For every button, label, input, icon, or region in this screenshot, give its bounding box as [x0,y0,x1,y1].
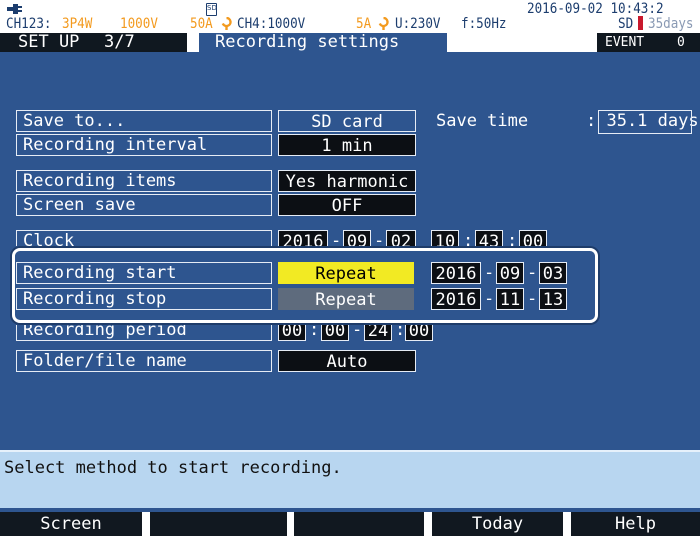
recording-stop-day[interactable]: 13 [539,288,567,310]
recording-interval-value[interactable]: 1 min [278,134,416,156]
screen-save-value[interactable]: OFF [278,194,416,216]
save-time-text: : 35.1 days [586,111,699,131]
recording-period-m2[interactable]: 00 [405,325,433,341]
clock-second[interactable]: 00 [519,230,547,246]
save-time-value: : 35.1 days [586,110,699,133]
voltage-range: 1000V [120,16,158,32]
clock-label: Clock [16,230,272,246]
save-to-value[interactable]: SD card [278,110,416,132]
recording-start-day[interactable]: 03 [539,262,567,284]
title-row: SET UP 3/7 Recording settings EVENT 0 [0,33,700,52]
save-time-label: Save time [436,111,529,131]
help-message: Select method to start recording. [4,458,342,478]
event-label: EVENT [605,35,645,50]
recording-stop-month[interactable]: 11 [496,288,524,310]
folder-file-name-label: Folder/file name [16,350,272,372]
f1-screen-button[interactable]: Screen [0,512,142,536]
recording-period-m1[interactable]: 00 [321,325,349,341]
recording-items-value[interactable]: Yes harmonic [278,170,416,192]
recording-period-h1[interactable]: 00 [278,325,306,341]
clock-hour[interactable]: 10 [431,230,459,246]
recording-start-label: Recording start [16,262,272,284]
wiring-label: 3P4W [62,16,93,32]
clamp-sensor-icon [378,17,389,30]
page-indicator: 3/7 [104,32,135,52]
recording-period-h2[interactable]: 24 [364,325,392,341]
highlight-frame [12,248,598,323]
recording-period-row: Recording period 00 : 00 - 24 : 00 [0,325,700,343]
help-message-area: Select method to start recording. [0,450,700,508]
f2-button[interactable] [150,512,287,536]
event-counter: EVENT 0 [597,33,700,52]
folder-file-name-value[interactable]: Auto [278,350,416,372]
sd-label: SD [618,16,634,32]
instrument-screen: SD 2016-09-02 10:43:2 CH123: 3P4W 1000V … [0,0,700,536]
screen-save-label: Screen save [16,194,272,216]
recording-stop-label: Recording stop [16,288,272,310]
u-parameter: U:230V [395,16,441,32]
sd-card-icon: SD [206,3,217,16]
recording-start-mode[interactable]: Repeat [278,262,414,284]
clock-minute[interactable]: 43 [475,230,503,246]
f4-today-button[interactable]: Today [432,512,563,536]
recording-items-label: Recording items [16,170,272,192]
f5-help-button[interactable]: Help [571,512,700,536]
setup-label: SET UP [18,32,80,52]
clock-day[interactable]: 02 [386,230,416,246]
storage-bar [638,16,643,30]
clock-month[interactable]: 09 [343,230,371,246]
recording-interval-label: Recording interval [16,134,272,156]
event-count: 0 [677,35,685,50]
frequency: f:50Hz [461,16,507,32]
ch4-range: CH4:1000V [237,16,306,32]
ch4-current: 5A [356,16,372,32]
screen-title-text: Recording settings [215,32,400,52]
channel-label: CH123: [6,16,52,32]
date-time: 2016-09-02 10:43:2 [527,1,664,17]
current-range: 50A [190,16,213,32]
recording-start-month[interactable]: 09 [496,262,524,284]
clamp-sensor-icon [221,17,232,30]
recording-start-year[interactable]: 2016 [431,262,481,284]
recording-period-label: Recording period [16,325,272,341]
setup-tab: SET UP 3/7 [0,33,187,52]
clock-row: Clock 2016 - 09 - 02 10 : 43 : 00 [0,228,700,246]
plug-icon [7,4,23,14]
recording-stop-year[interactable]: 2016 [431,288,481,310]
function-key-bar: Screen Today Help [0,512,700,536]
save-to-label: Save to... [16,110,272,132]
clock-year[interactable]: 2016 [278,230,328,246]
screen-title: Recording settings [199,33,447,52]
recording-stop-mode[interactable]: Repeat [278,288,414,310]
f3-button[interactable] [294,512,424,536]
sd-days: 35days [648,16,694,32]
